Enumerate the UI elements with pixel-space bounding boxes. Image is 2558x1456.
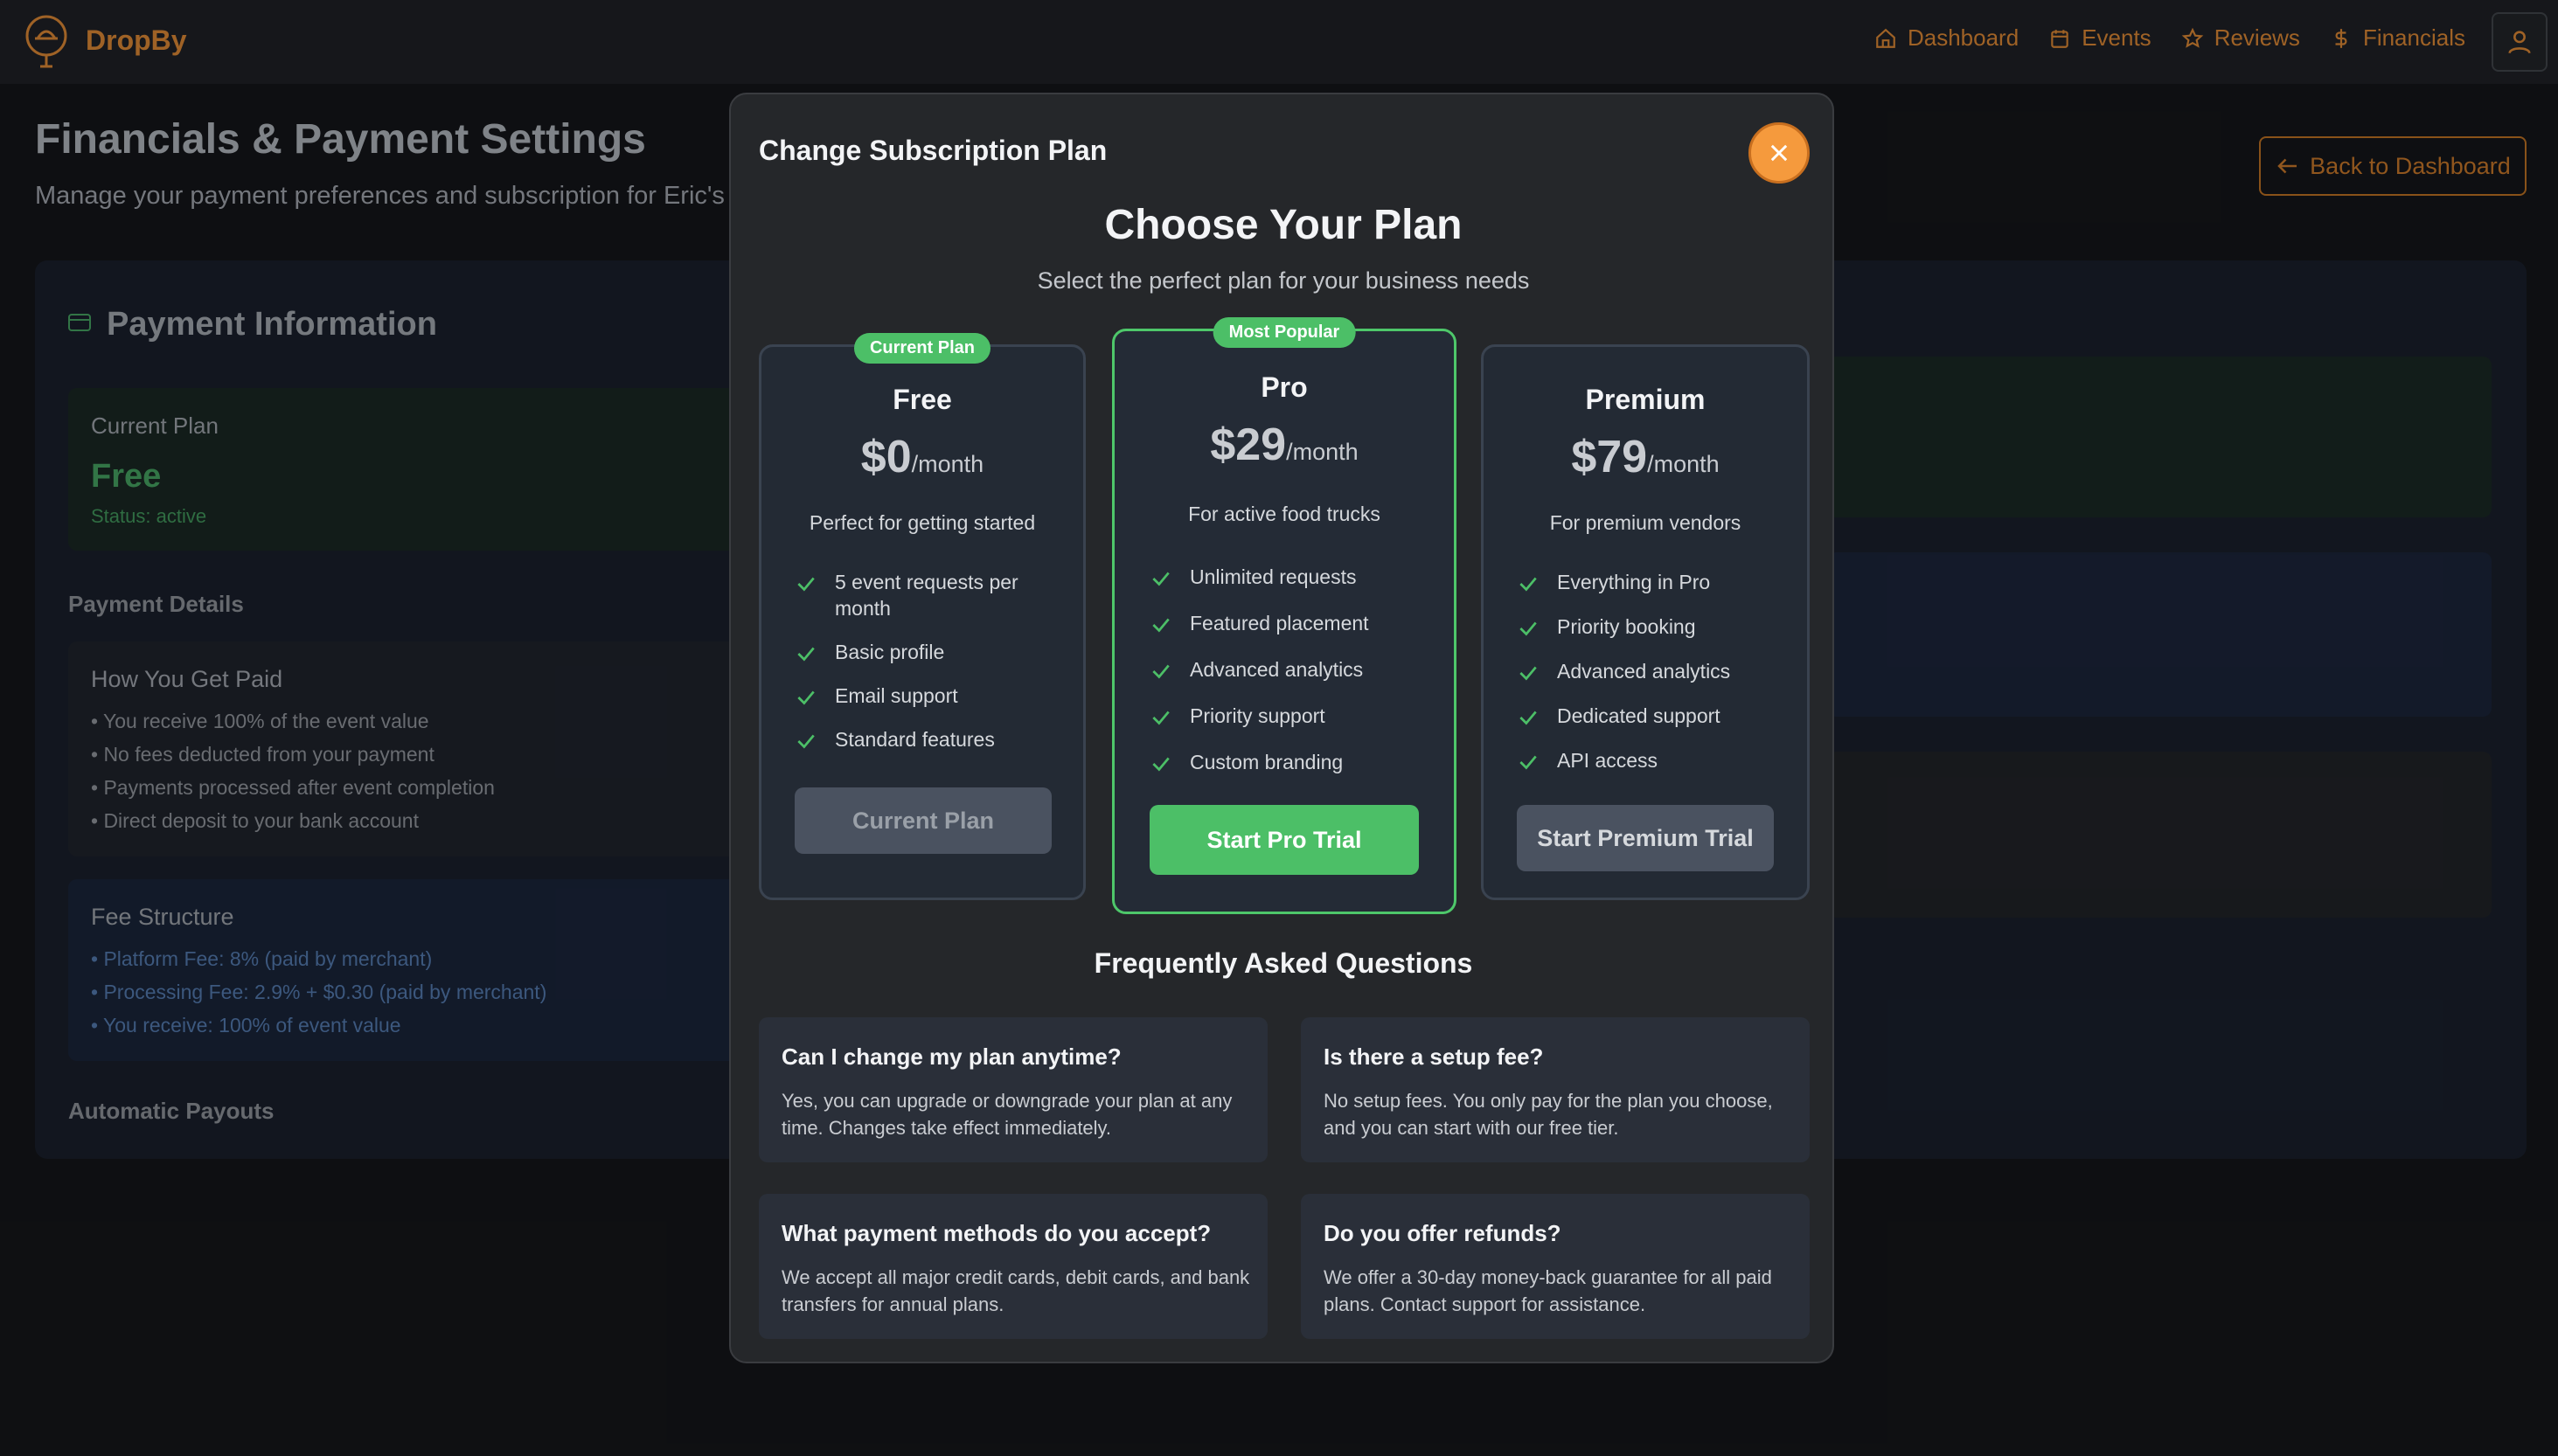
feature-item: Advanced analytics	[1150, 656, 1429, 683]
most-popular-badge: Most Popular	[1213, 317, 1356, 348]
feature-text: Standard features	[835, 728, 995, 751]
change-subscription-modal: Change Subscription Plan Choose Your Pla…	[729, 93, 1834, 1363]
feature-item: Email support	[795, 683, 1057, 709]
check-icon	[1519, 621, 1537, 636]
check-icon	[1519, 711, 1537, 725]
faq-question: Can I change my plan anytime?	[782, 1043, 1122, 1070]
price-period: /month	[1647, 451, 1720, 477]
check-icon	[797, 734, 815, 749]
feature-text: Featured placement	[1190, 612, 1369, 634]
faq-answer: We accept all major credit cards, debit …	[782, 1266, 1250, 1315]
feature-text: Everything in Pro	[1557, 571, 1711, 593]
faq-item: Is there a setup fee? No setup fees. You…	[1301, 1017, 1810, 1162]
feature-text: Priority support	[1190, 704, 1325, 727]
check-icon	[1519, 755, 1537, 770]
plan-price: $79/month	[1484, 431, 1807, 483]
faq-question: Do you offer refunds?	[1324, 1220, 1561, 1246]
feature-item: Custom branding	[1150, 749, 1429, 775]
feature-item: Priority support	[1150, 703, 1429, 729]
check-icon	[1152, 664, 1170, 679]
price-amount: $29	[1210, 419, 1287, 470]
faq-answer: We offer a 30-day money-back guarantee f…	[1324, 1266, 1772, 1315]
check-icon	[1152, 757, 1170, 772]
feature-text: Email support	[835, 684, 958, 707]
feature-item: Dedicated support	[1517, 703, 1788, 729]
close-modal-button[interactable]	[1748, 122, 1810, 184]
start-premium-trial-button[interactable]: Start Premium Trial	[1517, 805, 1774, 871]
plan-card-premium: Premium $79/month For premium vendors Ev…	[1481, 344, 1810, 900]
start-pro-trial-button[interactable]: Start Pro Trial	[1150, 805, 1419, 875]
modal-title: Change Subscription Plan	[759, 135, 1108, 166]
plan-name: Premium	[1585, 384, 1706, 415]
check-icon	[1519, 577, 1537, 592]
feature-item: Featured placement	[1150, 610, 1429, 636]
check-icon	[1519, 666, 1537, 681]
feature-item: Priority booking	[1517, 614, 1788, 640]
faq-item: Can I change my plan anytime? Yes, you c…	[759, 1017, 1268, 1162]
faq-answer: Yes, you can upgrade or downgrade your p…	[782, 1090, 1233, 1139]
feature-item: Standard features	[795, 726, 1057, 752]
plan-price: $0/month	[761, 431, 1083, 483]
faq-title: Frequently Asked Questions	[1094, 947, 1473, 979]
plan-features: Unlimited requests Featured placement Ad…	[1150, 564, 1429, 775]
feature-text: Unlimited requests	[1190, 565, 1357, 588]
plan-name: Free	[893, 384, 952, 415]
feature-text: Dedicated support	[1557, 704, 1720, 727]
feature-text: Priority booking	[1557, 615, 1696, 638]
close-icon	[1770, 144, 1788, 162]
price-period: /month	[911, 451, 984, 477]
choose-plan-heading: Choose Your Plan	[1104, 202, 1463, 248]
plan-card-pro: Most Popular Pro $29/month For active fo…	[1112, 317, 1456, 914]
faq-question: Is there a setup fee?	[1324, 1043, 1544, 1070]
price-amount: $0	[860, 432, 912, 482]
plan-description: Perfect for getting started	[809, 511, 1036, 534]
plan-description: For premium vendors	[1549, 511, 1741, 534]
check-icon	[797, 647, 815, 662]
feature-item: 5 event requests per month	[795, 569, 1057, 621]
plan-description: For active food trucks	[1188, 503, 1380, 525]
faq-item: Do you offer refunds? We offer a 30-day …	[1301, 1194, 1810, 1339]
plan-name: Pro	[1261, 371, 1308, 403]
plan-price: $29/month	[1115, 419, 1454, 471]
check-icon	[1152, 618, 1170, 633]
feature-text: Basic profile	[835, 641, 945, 663]
feature-text: Advanced analytics	[1557, 660, 1731, 683]
choose-plan-subheading: Select the perfect plan for your busines…	[1037, 267, 1530, 294]
current-plan-badge: Current Plan	[853, 333, 991, 364]
feature-text: 5 event requests per month	[835, 571, 1018, 620]
price-amount: $79	[1571, 432, 1648, 482]
faq-question: What payment methods do you accept?	[782, 1220, 1212, 1246]
plan-features: Everything in Pro Priority booking Advan…	[1517, 569, 1788, 773]
feature-text: Custom branding	[1190, 751, 1344, 773]
current-plan-button[interactable]: Current Plan	[795, 787, 1052, 854]
plan-features: 5 event requests per month Basic profile…	[795, 569, 1057, 752]
feature-item: Basic profile	[795, 639, 1057, 665]
check-icon	[797, 690, 815, 705]
plan-card-free: Current Plan Free $0/month Perfect for g…	[759, 333, 1086, 900]
feature-item: Unlimited requests	[1150, 564, 1429, 590]
feature-item: Everything in Pro	[1517, 569, 1788, 595]
feature-item: Advanced analytics	[1517, 658, 1788, 684]
feature-item: API access	[1517, 747, 1788, 773]
faq-answer: No setup fees. You only pay for the plan…	[1324, 1090, 1773, 1139]
faq-item: What payment methods do you accept? We a…	[759, 1194, 1268, 1339]
check-icon	[797, 577, 815, 592]
feature-text: API access	[1557, 749, 1658, 772]
check-icon	[1152, 711, 1170, 725]
price-period: /month	[1286, 439, 1359, 465]
check-icon	[1152, 572, 1170, 586]
feature-text: Advanced analytics	[1190, 658, 1364, 681]
